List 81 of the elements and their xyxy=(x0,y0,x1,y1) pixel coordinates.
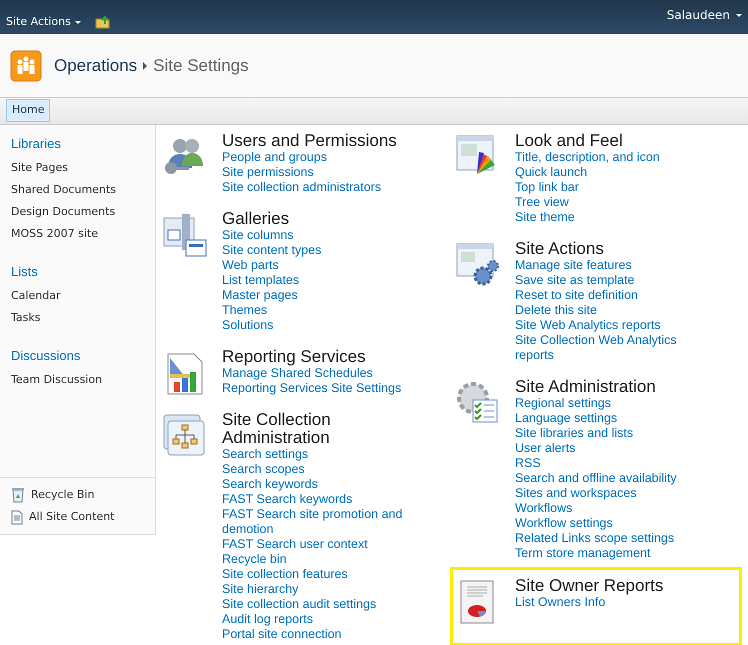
settings-link[interactable]: Master pages xyxy=(222,288,422,303)
settings-link[interactable]: FAST Search site promotion and demotion xyxy=(222,507,422,537)
settings-link[interactable]: Sites and workspaces xyxy=(515,486,715,501)
settings-link[interactable]: List Owners Info xyxy=(515,595,715,610)
folder-up-arrow-icon[interactable] xyxy=(94,15,111,30)
settings-link[interactable]: Regional settings xyxy=(515,396,715,411)
nav-link[interactable]: Recycle Bin xyxy=(31,486,94,504)
settings-link[interactable]: Site hierarchy xyxy=(222,582,422,597)
settings-link[interactable]: Solutions xyxy=(222,318,422,333)
settings-link[interactable]: Manage Shared Schedules xyxy=(222,366,422,381)
nav-heading-link[interactable]: Lists xyxy=(11,263,144,281)
settings-link[interactable]: Reset to site definition xyxy=(515,288,715,303)
chevron-icon xyxy=(143,62,148,70)
user-menu[interactable]: Salaudeen xyxy=(666,6,742,24)
settings-link[interactable]: Delete this site xyxy=(515,303,715,318)
nav-link[interactable]: Design Documents xyxy=(11,201,144,223)
settings-link[interactable]: Recycle bin xyxy=(222,552,422,567)
window-gears-icon xyxy=(455,242,501,288)
nav-link[interactable]: Calendar xyxy=(11,285,144,307)
section-title: Look and Feel xyxy=(515,132,624,150)
settings-link[interactable]: Site collection administrators xyxy=(222,180,422,195)
settings-link[interactable]: Themes xyxy=(222,303,422,318)
settings-link[interactable]: RSS xyxy=(515,456,715,471)
settings-link[interactable]: Site permissions xyxy=(222,165,422,180)
settings-link[interactable]: Site Collection Web Analytics reports xyxy=(515,333,715,363)
settings-link[interactable]: Save site as template xyxy=(515,273,715,288)
people-logo-icon xyxy=(10,50,42,82)
section-title: Site Administration xyxy=(515,378,657,396)
nav-heading-link[interactable]: Discussions xyxy=(11,347,144,365)
settings-link[interactable]: Audit log reports xyxy=(222,612,422,627)
settings-link[interactable]: Related Links scope settings xyxy=(515,531,715,546)
settings-link[interactable]: Site columns xyxy=(222,228,422,243)
section-title: Users and Permissions xyxy=(222,132,398,150)
settings-link[interactable]: Web parts xyxy=(222,258,422,273)
settings-link[interactable]: Portal site connection xyxy=(222,627,422,642)
nav-link[interactable]: Tasks xyxy=(11,307,144,329)
nav-heading-link[interactable]: Libraries xyxy=(11,135,144,153)
section-title: Site Actions xyxy=(515,240,605,258)
recycle-bin-icon xyxy=(11,487,25,503)
nav-link[interactable]: MOSS 2007 site xyxy=(11,223,144,245)
settings-link[interactable]: Manage site features xyxy=(515,258,715,273)
section-title: Galleries xyxy=(222,210,290,228)
settings-link[interactable]: Site collection features xyxy=(222,567,422,582)
home-tab[interactable]: Home xyxy=(6,99,50,122)
page-title: Site Settings xyxy=(153,54,249,77)
nav-link[interactable]: Team Discussion xyxy=(11,369,144,391)
settings-link[interactable]: FAST Search user context xyxy=(222,537,422,552)
settings-link[interactable]: Search scopes xyxy=(222,462,422,477)
document-icon xyxy=(11,510,23,524)
nav-link[interactable]: Shared Documents xyxy=(11,179,144,201)
settings-link[interactable]: Site libraries and lists xyxy=(515,426,715,441)
settings-link[interactable]: Site theme xyxy=(515,210,715,225)
settings-link[interactable]: FAST Search keywords xyxy=(222,492,422,507)
settings-link[interactable]: Tree view xyxy=(515,195,715,210)
settings-link[interactable]: Term store management xyxy=(515,546,715,561)
settings-link[interactable]: Quick launch xyxy=(515,165,715,180)
section-title: Reporting Services xyxy=(222,348,367,366)
settings-link[interactable]: Title, description, and icon xyxy=(515,150,715,165)
caret-icon xyxy=(74,20,81,24)
settings-link[interactable]: Workflows xyxy=(515,501,715,516)
section-title: Site Owner Reports xyxy=(515,577,664,595)
settings-link[interactable]: People and groups xyxy=(222,150,422,165)
settings-link[interactable]: Site content types xyxy=(222,243,422,258)
gallery-windows-icon xyxy=(162,212,208,258)
section-title: Site Collection Administration xyxy=(222,411,332,447)
site-link[interactable]: Operations xyxy=(54,52,138,78)
settings-link[interactable]: Search keywords xyxy=(222,477,422,492)
settings-link[interactable]: List templates xyxy=(222,273,422,288)
nav-link[interactable]: Site Pages xyxy=(11,157,144,179)
caret-icon xyxy=(736,14,742,16)
settings-link[interactable]: Top link bar xyxy=(515,180,715,195)
settings-link[interactable]: Reporting Services Site Settings xyxy=(222,381,422,396)
settings-link[interactable]: Workflow settings xyxy=(515,516,715,531)
settings-link[interactable]: Search settings xyxy=(222,447,422,462)
settings-link[interactable]: Search and offline availability xyxy=(515,471,715,486)
settings-link[interactable]: Site collection audit settings xyxy=(222,597,422,612)
settings-link[interactable]: Language settings xyxy=(515,411,715,426)
nav-link[interactable]: All Site Content xyxy=(29,508,114,526)
settings-link[interactable]: User alerts xyxy=(515,441,715,456)
settings-link[interactable]: Site Web Analytics reports xyxy=(515,318,715,333)
site-actions-menu[interactable]: Site Actions xyxy=(6,14,81,30)
